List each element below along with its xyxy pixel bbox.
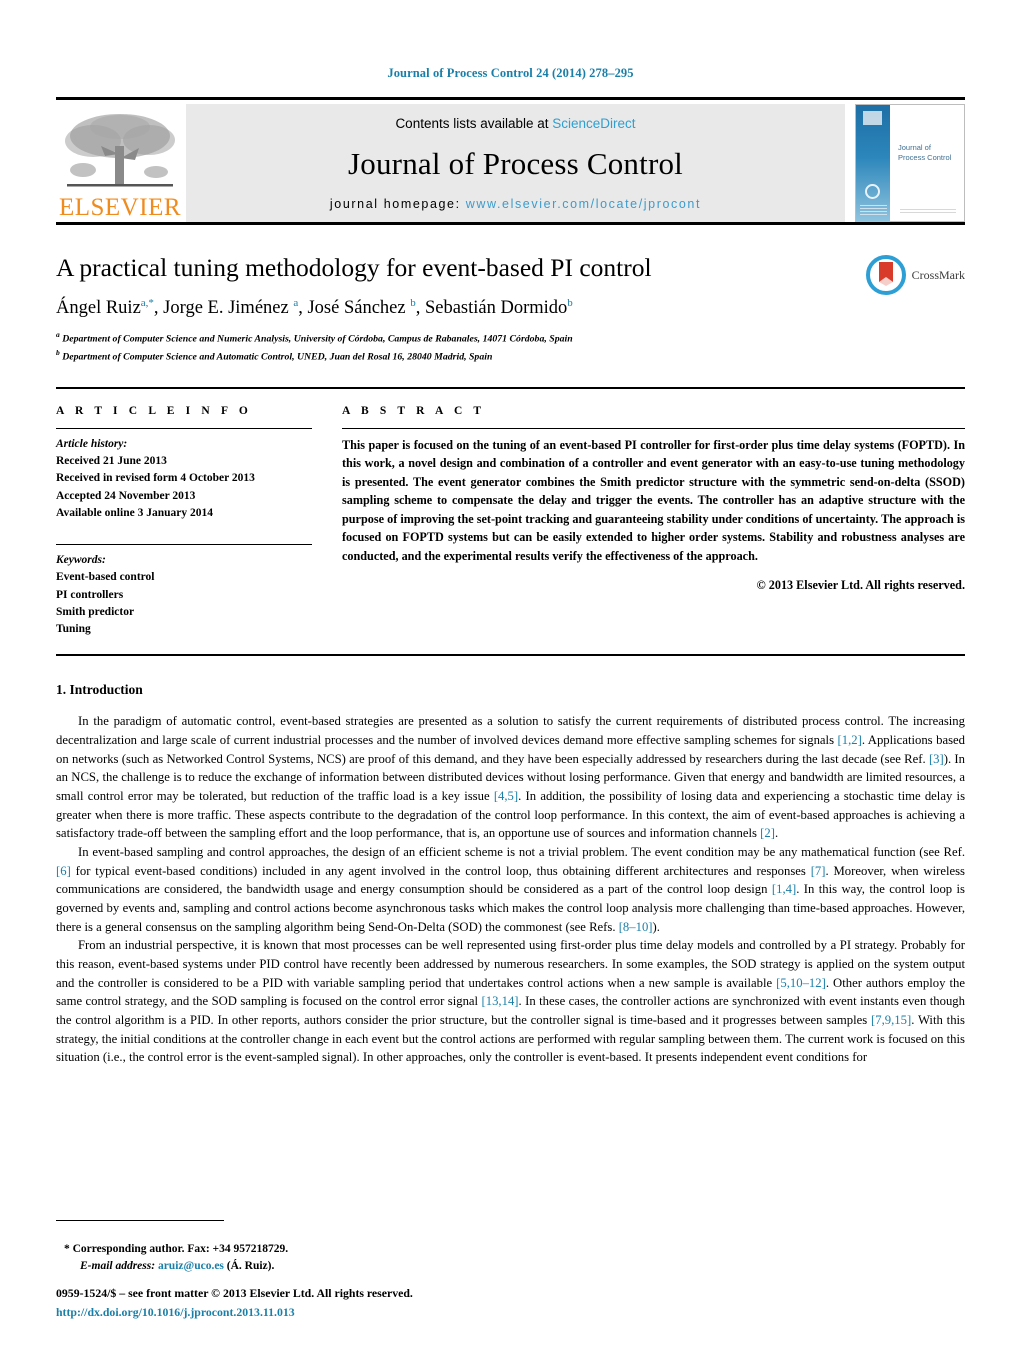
section-heading-introduction: 1. Introduction bbox=[56, 682, 143, 698]
doi-link[interactable]: http://dx.doi.org/10.1016/j.jprocont.201… bbox=[56, 1303, 676, 1321]
cover-publisher-mark bbox=[863, 111, 882, 125]
journal-homepage-link[interactable]: www.elsevier.com/locate/jprocont bbox=[466, 197, 701, 211]
affiliation-b: b Department of Computer Science and Aut… bbox=[56, 348, 493, 363]
article-body: 1. Introduction In the paradigm of autom… bbox=[56, 682, 965, 1067]
affiliation-b-text: Department of Computer Science and Autom… bbox=[62, 351, 493, 363]
imprint-block: 0959-1524/$ – see front matter © 2013 El… bbox=[56, 1284, 676, 1321]
keywords-rule bbox=[56, 544, 312, 545]
citation-ref[interactable]: [7] bbox=[811, 864, 826, 878]
affiliation-a-text: Department of Computer Science and Numer… bbox=[62, 333, 573, 345]
body-paragraph: In the paradigm of automatic control, ev… bbox=[56, 714, 966, 841]
citation-ref[interactable]: [1,4] bbox=[772, 882, 796, 896]
body-paragraph: From an industrial perspective, it is kn… bbox=[56, 938, 965, 1065]
abstract-copyright: © 2013 Elsevier Ltd. All rights reserved… bbox=[756, 577, 965, 592]
keyword-item: Event-based control bbox=[56, 571, 155, 584]
citation-ref[interactable]: [13,14] bbox=[482, 994, 519, 1008]
info-abstract-band: A R T I C L E I N F O Article history: R… bbox=[56, 386, 965, 639]
citation-ref[interactable]: [8–10] bbox=[619, 920, 653, 934]
masthead-bottom-rule bbox=[56, 222, 965, 225]
journal-cover-thumbnail[interactable]: Journal of Process Control bbox=[855, 104, 965, 222]
cover-spine-text bbox=[860, 205, 887, 217]
crossmark-badge[interactable]: CrossMark bbox=[865, 255, 965, 295]
citation-ref[interactable]: [4,5] bbox=[494, 789, 518, 803]
elsevier-logo: ELSEVIER bbox=[56, 104, 184, 222]
article-info-column: A R T I C L E I N F O Article history: R… bbox=[56, 405, 342, 639]
cover-face: Journal of Process Control bbox=[890, 105, 964, 221]
citation-ref[interactable]: [5,10–12] bbox=[776, 976, 826, 990]
citation-ref[interactable]: [1,2] bbox=[838, 733, 862, 747]
author-list: Ángel Ruiza,*, Jorge E. Jiménez a, José … bbox=[56, 296, 573, 318]
abstract-rule bbox=[342, 427, 965, 429]
email-note: E-mail address: aruiz@uco.es (Á. Ruiz). bbox=[56, 1258, 576, 1275]
article-info-rule bbox=[56, 427, 312, 429]
cover-spine bbox=[856, 105, 890, 221]
sciencedirect-link[interactable]: ScienceDirect bbox=[552, 116, 635, 131]
title-block: A practical tuning methodology for event… bbox=[56, 253, 965, 365]
footnote-block: * Corresponding author. Fax: +34 9572187… bbox=[56, 1241, 576, 1276]
journal-title: Journal of Process Control bbox=[348, 146, 683, 181]
abstract-text: This paper is focused on the tuning of a… bbox=[342, 437, 965, 564]
homepage-prefix: journal homepage: bbox=[329, 197, 466, 211]
history-online: Available online 3 January 2014 bbox=[56, 506, 213, 519]
email-label: E-mail address: bbox=[80, 1259, 158, 1272]
history-accepted: Accepted 24 November 2013 bbox=[56, 489, 196, 502]
keywords-label: Keywords: bbox=[56, 554, 106, 566]
journal-masthead: ELSEVIER Contents lists available at Sci… bbox=[56, 97, 965, 222]
article-history-label: Article history: bbox=[56, 437, 128, 450]
citation-ref[interactable]: [7,9,15] bbox=[871, 1013, 911, 1027]
cover-seal-icon bbox=[865, 184, 880, 199]
page-title: A practical tuning methodology for event… bbox=[56, 253, 652, 282]
issn-copyright-line: 0959-1524/$ – see front matter © 2013 El… bbox=[56, 1286, 413, 1301]
journal-homepage-line: journal homepage: www.elsevier.com/locat… bbox=[330, 197, 701, 211]
keywords-block: Keywords: Event-based control PI control… bbox=[56, 544, 312, 638]
keyword-item: Smith predictor bbox=[56, 605, 135, 618]
abstract-heading: A B S T R A C T bbox=[342, 404, 486, 417]
body-paragraph: In event-based sampling and control appr… bbox=[56, 844, 965, 934]
keyword-item: PI controllers bbox=[56, 588, 124, 601]
citation-ref[interactable]: [6] bbox=[56, 864, 71, 878]
running-head: Journal of Process Control 24 (2014) 278… bbox=[387, 66, 634, 80]
abstract-column: A B S T R A C T This paper is focused on… bbox=[342, 405, 965, 639]
cover-journal-title: Journal of Process Control bbox=[898, 143, 952, 163]
history-revised: Received in revised form 4 October 2013 bbox=[56, 472, 255, 485]
contents-prefix: Contents lists available at bbox=[395, 116, 553, 131]
crossmark-label: CrossMark bbox=[911, 267, 965, 282]
citation-ref[interactable]: [2] bbox=[760, 826, 775, 840]
citation-ref[interactable]: [3] bbox=[929, 752, 944, 766]
crossmark-icon bbox=[865, 255, 906, 295]
affiliation-a: a Department of Computer Science and Num… bbox=[56, 329, 573, 345]
elsevier-tree-icon bbox=[65, 114, 175, 187]
email-suffix: (Á. Ruiz). bbox=[223, 1259, 275, 1272]
email-link[interactable]: aruiz@uco.es bbox=[158, 1260, 224, 1272]
footnote-rule bbox=[56, 1220, 224, 1221]
cover-footer-lines bbox=[900, 209, 956, 214]
info-band-bottom-rule bbox=[56, 654, 965, 657]
history-received: Received 21 June 2013 bbox=[56, 455, 167, 467]
corresponding-author-note: * Corresponding author. Fax: +34 9572187… bbox=[64, 1242, 289, 1255]
contents-lists-line: Contents lists available at ScienceDirec… bbox=[395, 116, 635, 131]
keyword-item: Tuning bbox=[56, 623, 91, 635]
elsevier-wordmark: ELSEVIER bbox=[58, 194, 182, 221]
article-info-heading: A R T I C L E I N F O bbox=[56, 404, 252, 417]
paper-page: Journal of Process Control 24 (2014) 278… bbox=[0, 0, 1021, 1351]
masthead-center-band: Contents lists available at ScienceDirec… bbox=[186, 104, 845, 222]
